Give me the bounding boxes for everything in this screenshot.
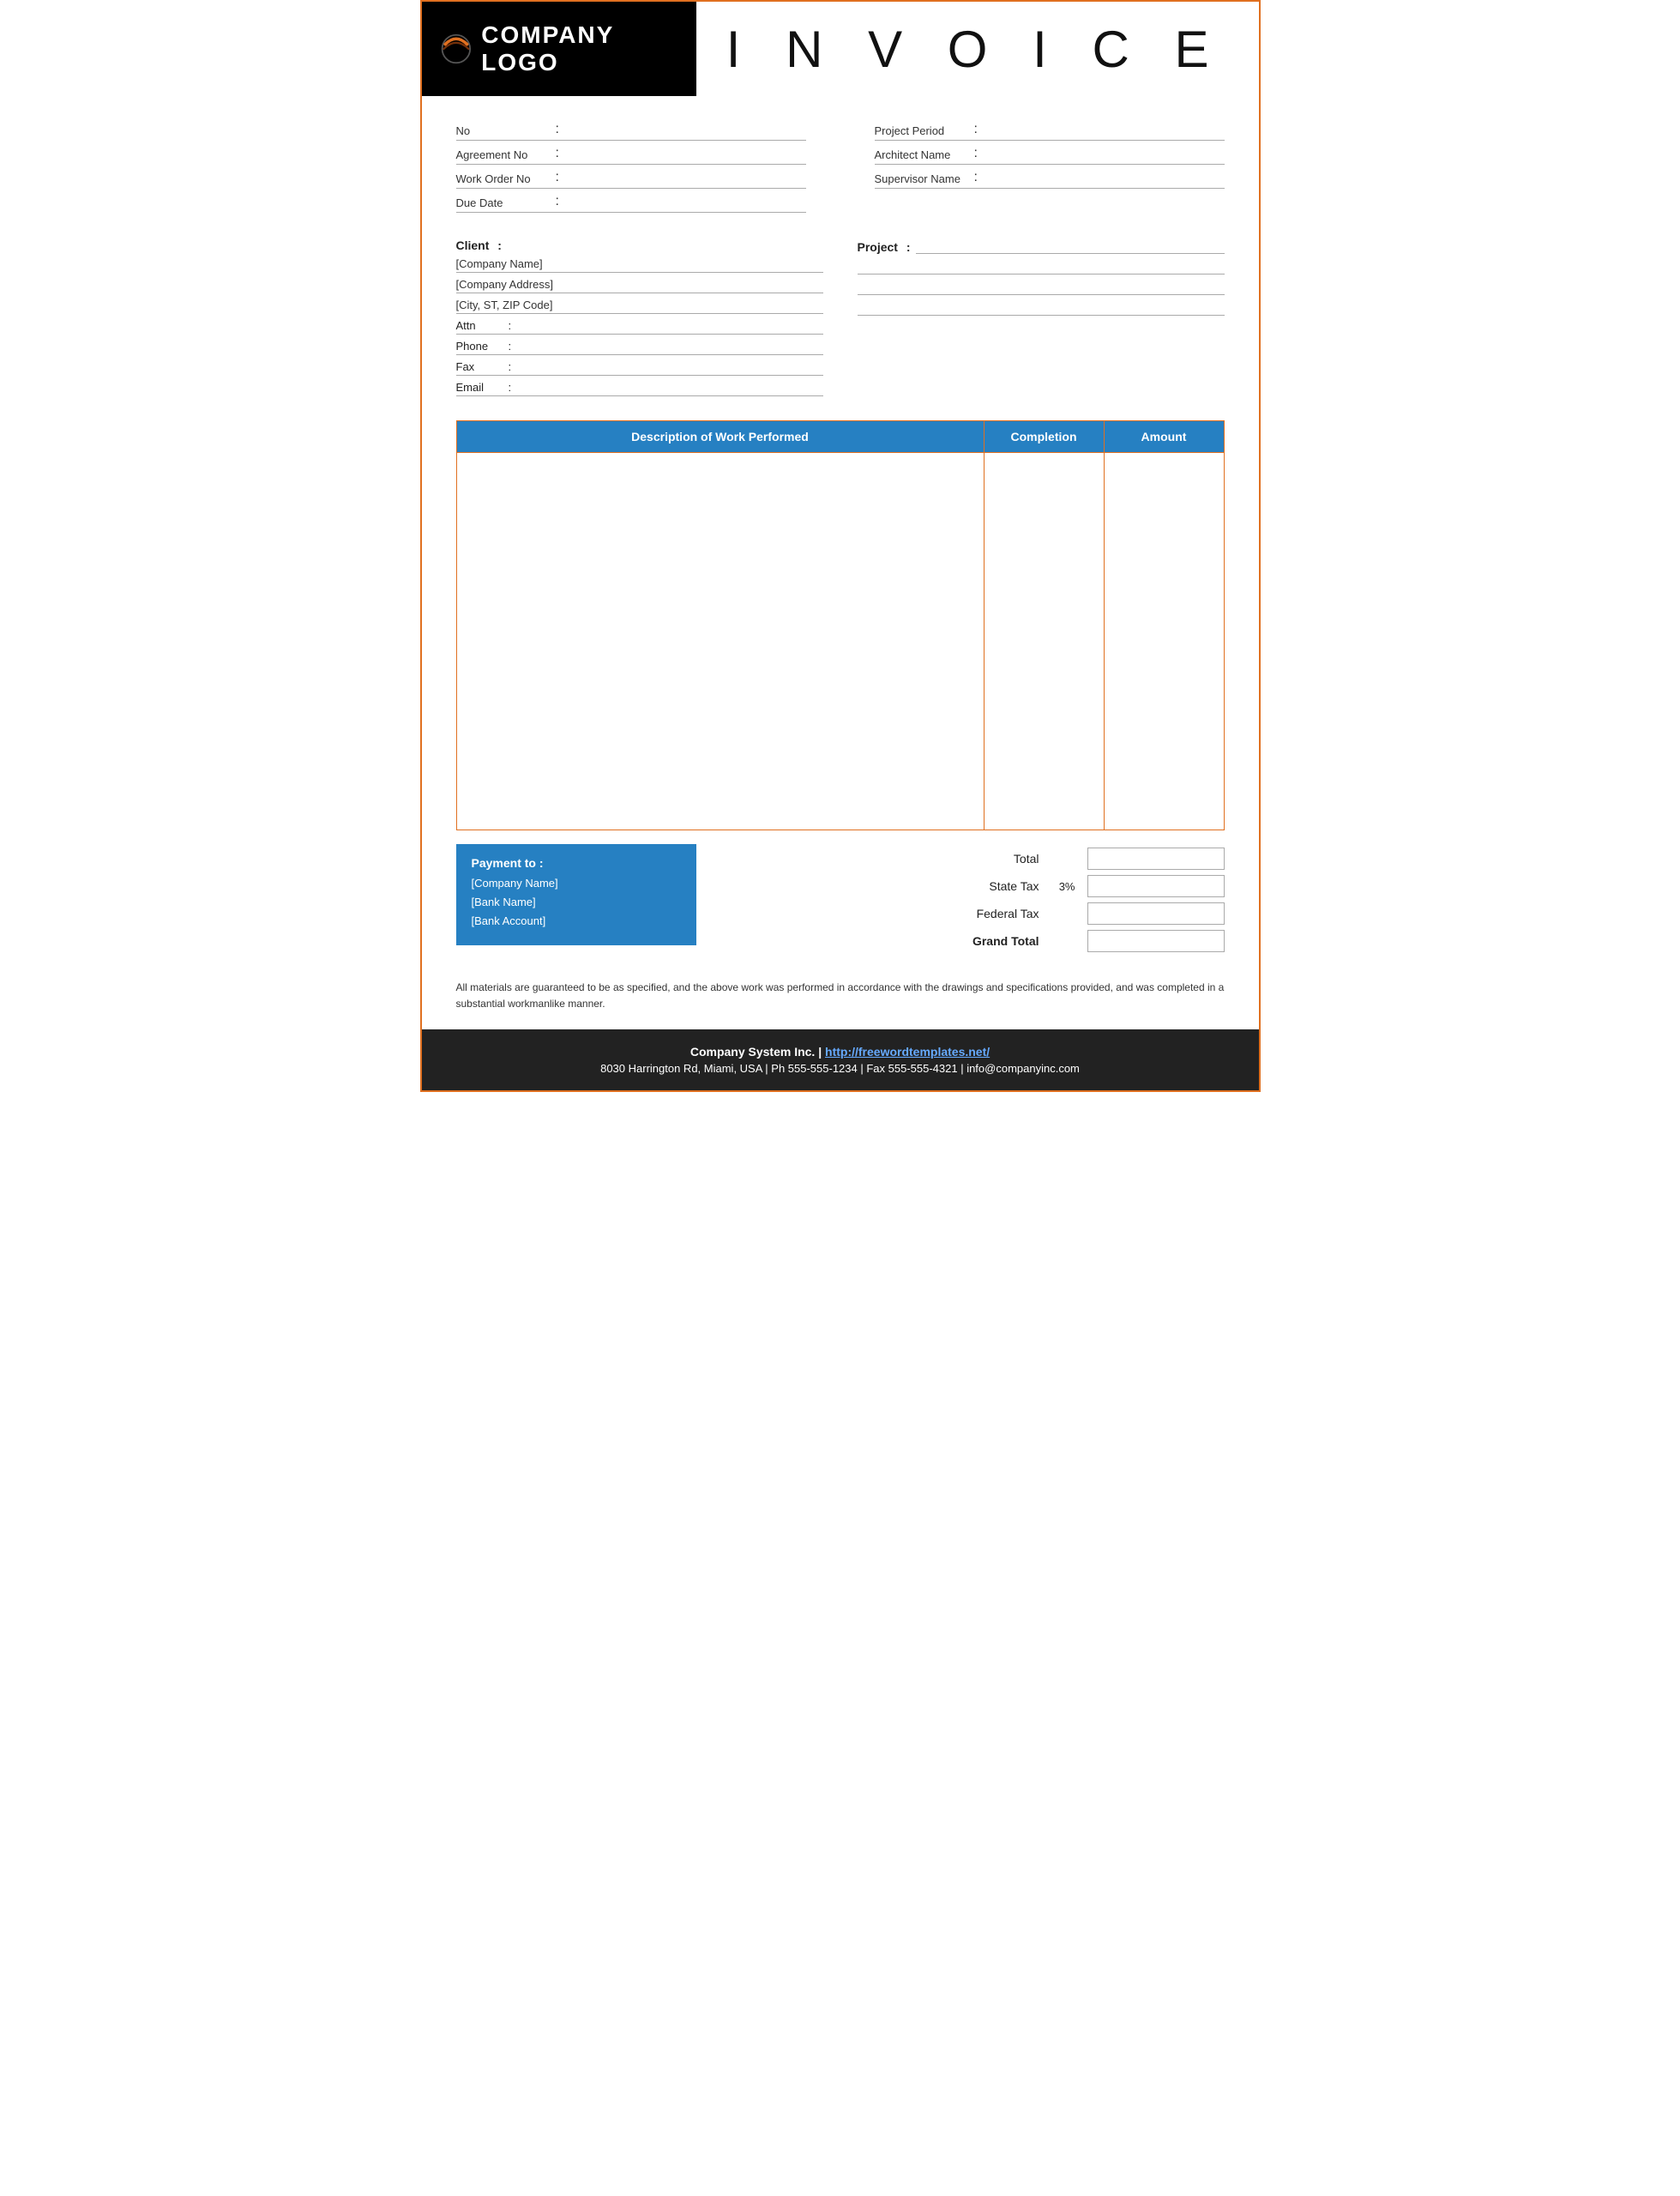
total-value-state-tax: [1087, 875, 1225, 897]
col-description: Description of Work Performed: [456, 421, 984, 453]
disclaimer-section: All materials are guaranteed to be as sp…: [422, 966, 1259, 1029]
table-cell-amount: [1104, 453, 1224, 830]
meta-label-supervisor: Supervisor Name: [875, 172, 969, 185]
project-line-2: [858, 276, 1225, 295]
total-label-total: Total: [945, 852, 1039, 866]
total-value-total: [1087, 848, 1225, 870]
total-row-total: Total: [731, 848, 1225, 870]
client-company-name: [Company Name]: [456, 254, 823, 273]
total-row-state-tax: State Tax 3%: [731, 875, 1225, 897]
col-amount: Amount: [1104, 421, 1224, 453]
meta-value-workorder: [564, 173, 806, 185]
meta-row-duedate: Due Date :: [456, 189, 806, 213]
total-label-state-tax: State Tax: [945, 879, 1039, 893]
table-empty-row: [456, 453, 1224, 830]
footer-line1: Company System Inc. | http://freewordtem…: [439, 1045, 1242, 1059]
invoice-title: I N V O I C E: [726, 20, 1225, 79]
meta-section: No : Agreement No : Work Order No : Due …: [422, 96, 1259, 221]
client-block: Client : [Company Name] [Company Address…: [456, 238, 823, 398]
meta-value-period: [983, 125, 1225, 137]
meta-value-architect: [983, 149, 1225, 161]
footer-link[interactable]: http://freewordtemplates.net/: [825, 1045, 990, 1059]
meta-label-architect: Architect Name: [875, 148, 969, 161]
table-header-row: Description of Work Performed Completion…: [456, 421, 1224, 453]
meta-value-no: [564, 125, 806, 137]
payment-section: Payment to : [Company Name] [Bank Name] …: [422, 830, 1259, 966]
footer-line2: 8030 Harrington Rd, Miami, USA | Ph 555-…: [439, 1062, 1242, 1075]
project-header: Project :: [858, 238, 1225, 254]
total-label-federal-tax: Federal Tax: [945, 907, 1039, 920]
project-line-1: [858, 256, 1225, 274]
meta-label-agreement: Agreement No: [456, 148, 551, 161]
client-phone-row: Phone :: [456, 336, 823, 355]
payment-title: Payment to :: [472, 856, 681, 870]
meta-row-agreement: Agreement No :: [456, 141, 806, 165]
meta-label-period: Project Period: [875, 124, 969, 137]
total-row-federal-tax: Federal Tax: [731, 902, 1225, 925]
meta-row-workorder: Work Order No :: [456, 165, 806, 189]
meta-right-col: Project Period : Architect Name : Superv…: [840, 117, 1225, 213]
table-cell-description: [456, 453, 984, 830]
client-project-section: Client : [Company Name] [Company Address…: [422, 221, 1259, 407]
client-email-row: Email :: [456, 377, 823, 396]
payment-box: Payment to : [Company Name] [Bank Name] …: [456, 844, 696, 945]
logo-text: COMPANY LOGO: [439, 21, 679, 76]
total-label-grand-total: Grand Total: [945, 934, 1039, 948]
payment-bank-account: [Bank Account]: [472, 914, 681, 930]
client-company-address: [Company Address]: [456, 274, 823, 293]
payment-company-name: [Company Name]: [472, 877, 681, 892]
table-cell-completion: [984, 453, 1104, 830]
project-line-3: [858, 297, 1225, 316]
meta-value-duedate: [564, 197, 806, 209]
col-completion: Completion: [984, 421, 1104, 453]
page-footer: Company System Inc. | http://freewordtem…: [422, 1029, 1259, 1090]
meta-row-supervisor: Supervisor Name :: [875, 165, 1225, 189]
meta-left-col: No : Agreement No : Work Order No : Due …: [456, 117, 840, 213]
meta-value-supervisor: [983, 173, 1225, 185]
page-header: COMPANY LOGO I N V O I C E: [422, 2, 1259, 96]
client-attn-row: Attn :: [456, 316, 823, 335]
client-city-zip: [City, ST, ZIP Code]: [456, 295, 823, 314]
meta-row-period: Project Period :: [875, 117, 1225, 141]
meta-label-workorder: Work Order No: [456, 172, 551, 185]
total-value-grand-total: [1087, 930, 1225, 952]
meta-label-duedate: Due Date: [456, 196, 551, 209]
logo-icon: [439, 30, 473, 68]
logo-area: COMPANY LOGO: [422, 2, 696, 96]
meta-row-no: No :: [456, 117, 806, 141]
work-table: Description of Work Performed Completion…: [456, 420, 1225, 830]
invoice-title-area: I N V O I C E: [696, 2, 1259, 96]
meta-value-agreement: [564, 149, 806, 161]
total-row-grand-total: Grand Total: [731, 930, 1225, 952]
table-section: Description of Work Performed Completion…: [422, 407, 1259, 830]
total-pct-state-tax: 3%: [1051, 880, 1075, 893]
meta-grid: No : Agreement No : Work Order No : Due …: [456, 117, 1225, 213]
total-value-federal-tax: [1087, 902, 1225, 925]
totals-block: Total State Tax 3% Federal Tax Grand Tot…: [731, 844, 1225, 952]
disclaimer-text: All materials are guaranteed to be as sp…: [456, 980, 1225, 1012]
payment-bank-name: [Bank Name]: [472, 896, 681, 911]
project-block: Project :: [858, 238, 1225, 398]
client-fax-row: Fax :: [456, 357, 823, 376]
meta-label-no: No: [456, 124, 551, 137]
meta-row-architect: Architect Name :: [875, 141, 1225, 165]
client-header: Client :: [456, 238, 823, 252]
